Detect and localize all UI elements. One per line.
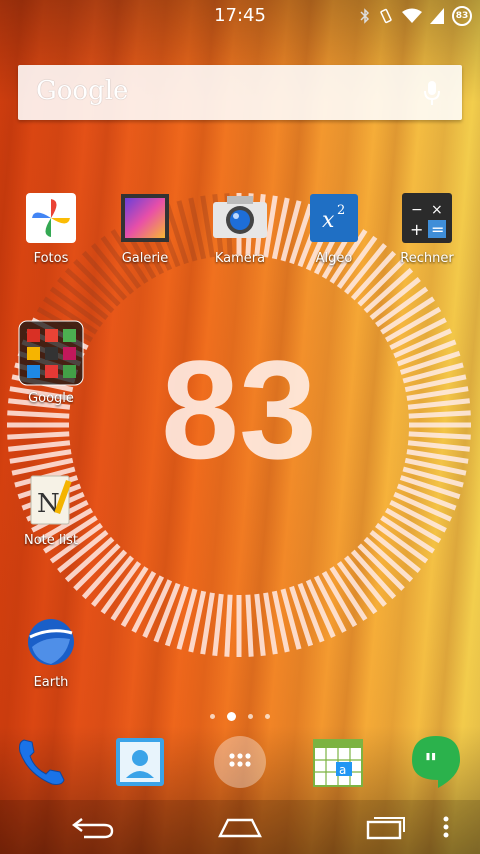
status-icons: 83 [360,5,472,27]
app-label: Fotos [33,251,69,266]
microphone-icon[interactable] [422,79,442,107]
google-earth-icon [23,614,79,670]
camera-icon [212,190,268,246]
recents-icon[interactable] [356,812,416,842]
google-search-bar[interactable]: Google [18,65,462,120]
calculator-icon: − × + = [399,190,455,246]
google-logo: Google [36,76,129,106]
home-icon[interactable] [210,812,270,842]
phone-icon[interactable] [12,732,72,792]
battery-icon: 83 [452,6,472,26]
bluetooth-icon [360,8,370,24]
page-indicator [0,712,480,721]
app-fotos[interactable]: Fotos [6,190,96,266]
app-label: Earth [33,675,69,690]
signal-icon [430,8,444,24]
contacts-icon[interactable] [110,732,170,792]
navigation-bar [0,800,480,854]
gallery-icon [117,190,173,246]
back-icon[interactable] [64,812,124,842]
ring-tick-filled [200,592,215,655]
hangouts-icon[interactable]: " [406,732,466,792]
app-label: Kamera [214,251,266,266]
app-label: Galerie [121,251,169,266]
folder-google[interactable]: Google [6,320,96,406]
notepad-icon: N [23,472,79,528]
app-earth[interactable]: Earth [6,614,96,690]
calendar-icon[interactable]: a [308,732,368,792]
svg-text:−: − [411,202,423,218]
ring-tick-filled [254,593,266,656]
svg-text:×: × [431,202,443,218]
svg-text:2: 2 [337,203,345,218]
app-note-list[interactable]: N Note list [6,472,96,548]
ring-tick-filled [263,592,278,655]
ring-tick-filled [212,593,224,656]
app-label: Algeo [315,251,353,266]
page-dot-active [227,712,236,721]
overflow-menu-icon[interactable] [426,812,466,842]
google-folder-icon [18,320,84,386]
status-bar: 17:45 83 [0,0,480,34]
app-label: Rechner [400,251,454,266]
wifi-icon [402,8,422,24]
page-dot [265,714,270,719]
photos-pinwheel-icon [23,190,79,246]
app-algeo[interactable]: x 2 Algeo [289,190,379,266]
app-rechner[interactable]: − × + = Rechner [382,190,472,266]
ring-tick-filled [245,594,254,657]
all-apps-icon[interactable] [210,732,270,792]
page-dot [210,714,215,719]
app-label: Note list [24,533,78,548]
page-dot [248,714,253,719]
svg-text:=: = [431,220,444,239]
app-label: Google [28,391,74,406]
svg-text:x: x [322,208,335,233]
svg-text:": " [424,749,438,779]
algeo-x-squared-icon: x 2 [306,190,362,246]
svg-text:+: + [410,220,423,239]
ring-tick-filled [224,594,233,657]
app-galerie[interactable]: Galerie [100,190,190,266]
svg-text:N: N [37,489,60,519]
svg-text:a: a [339,763,346,777]
vibrate-icon [378,8,394,24]
app-kamera[interactable]: Kamera [195,190,285,266]
